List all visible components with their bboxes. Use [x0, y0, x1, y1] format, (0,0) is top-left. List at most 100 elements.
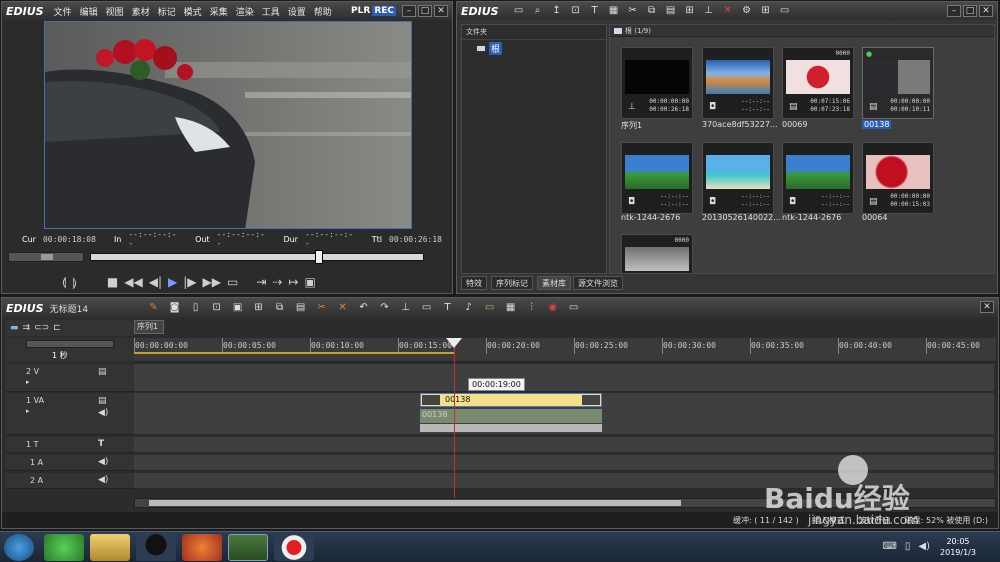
taskbar-app-update-icon[interactable]: [44, 534, 84, 561]
export-icon[interactable]: ↦: [288, 275, 298, 289]
tab-source-browser[interactable]: 源文件浏览: [573, 276, 623, 290]
scale-value[interactable]: 1 秒: [52, 350, 68, 361]
timeline-audio-clip[interactable]: 00138: [420, 409, 602, 423]
menu-marker[interactable]: 标记: [154, 5, 180, 18]
position-slider[interactable]: [90, 250, 424, 264]
menu-clip[interactable]: 素材: [128, 5, 154, 18]
menu-help[interactable]: 帮助: [310, 5, 336, 18]
start-button[interactable]: [4, 534, 34, 561]
mixer-icon[interactable]: ⫶: [524, 301, 540, 315]
delete-tl-icon[interactable]: ✕: [335, 301, 351, 315]
link-icon[interactable]: ⊂⊃: [34, 323, 49, 333]
track-header-2a[interactable]: 2 A ◀): [6, 473, 134, 489]
transition-icon[interactable]: ▭: [419, 301, 435, 315]
menu-render[interactable]: 渲染: [232, 5, 258, 18]
taskbar-firefox-icon[interactable]: [182, 534, 222, 561]
snap-icon[interactable]: ◉: [545, 301, 561, 315]
track-header-2v[interactable]: 2 V ▸ ▤: [6, 364, 134, 392]
mode-switch-icon[interactable]: ✎: [146, 301, 162, 315]
track-row-1t[interactable]: [134, 437, 994, 453]
search-icon[interactable]: ⌕: [530, 4, 546, 18]
stop-icon[interactable]: ■: [107, 275, 118, 289]
scrollbar-thumb[interactable]: [149, 500, 681, 506]
folder-icon[interactable]: ▭: [511, 4, 527, 18]
maximize-button[interactable]: □: [418, 5, 432, 17]
track-row-2v[interactable]: [134, 364, 994, 392]
menu-view[interactable]: 视图: [102, 5, 128, 18]
sequence-tab[interactable]: 序列1: [134, 320, 164, 334]
trim-icon[interactable]: ⊥: [701, 4, 717, 18]
track-expand-icon[interactable]: ▸: [26, 407, 30, 415]
clip-thumb-6[interactable]: ◘ --:--:-- --:--:--: [782, 142, 854, 214]
timeline-close-button[interactable]: ✕: [980, 301, 994, 313]
set-in-icon[interactable]: ⟬: [62, 275, 66, 290]
zoom-slider[interactable]: [26, 340, 114, 348]
audio-speaker-icon[interactable]: ◀): [98, 408, 108, 418]
loop-icon[interactable]: ▭: [227, 275, 238, 289]
video-track-icon[interactable]: ▤: [98, 367, 107, 377]
add-to-timeline-icon[interactable]: ⊞: [682, 4, 698, 18]
menu-edit[interactable]: 编辑: [76, 5, 102, 18]
tab-sequence-markers[interactable]: 序列标记: [491, 276, 533, 290]
add-cut-icon[interactable]: ⊥: [398, 301, 414, 315]
clip-thumb-1[interactable]: ◘ --:--:-- --:--:--: [702, 47, 774, 119]
plr-button[interactable]: PLR: [349, 6, 372, 16]
keyboard-icon[interactable]: ⌨: [882, 541, 896, 552]
menu-file[interactable]: 文件: [50, 5, 76, 18]
timeline-video-clip[interactable]: 00138: [420, 393, 602, 407]
new-project-icon[interactable]: ▯: [188, 301, 204, 315]
clip-thumb-8[interactable]: 0000: [621, 234, 693, 274]
title-tl-icon[interactable]: T: [440, 301, 456, 315]
audio-speaker-icon[interactable]: ◀): [98, 475, 108, 485]
rec-button[interactable]: REC: [372, 6, 396, 16]
insert-to-timeline-icon[interactable]: ⇥: [256, 275, 266, 289]
view-mode-icon[interactable]: ⊞: [758, 4, 774, 18]
clip-thumb-3[interactable]: ● ▤ 00:00:00:00 00:00:10:11: [862, 47, 934, 119]
play-icon[interactable]: ▶: [168, 275, 177, 289]
bin-close-button[interactable]: ✕: [979, 5, 993, 17]
paste-icon[interactable]: ▤: [663, 4, 679, 18]
cut-tl-icon[interactable]: ✂: [314, 301, 330, 315]
network-icon[interactable]: ▯: [905, 541, 911, 552]
clip-thumb-2[interactable]: 0000 ▤ 00:07:15:06 00:07:23:18: [782, 47, 854, 119]
position-slider-handle[interactable]: [315, 250, 323, 264]
time-ruler[interactable]: 00:00:00:00 00:00:05:00 00:00:10:00 00:0…: [134, 338, 996, 362]
taskbar-edius-icon[interactable]: [228, 534, 268, 561]
open-icon[interactable]: ⊡: [209, 301, 225, 315]
close-button[interactable]: ✕: [434, 5, 448, 17]
menu-tools[interactable]: 工具: [258, 5, 284, 18]
color-bar-icon[interactable]: ▦: [606, 4, 622, 18]
properties-icon[interactable]: ⚙: [739, 4, 755, 18]
track-expand-icon[interactable]: ▸: [26, 378, 30, 386]
multicam-icon[interactable]: ▦: [503, 301, 519, 315]
step-back-icon[interactable]: ◀|: [149, 275, 162, 289]
cut-icon[interactable]: ✂: [625, 4, 641, 18]
clip-thumb-5[interactable]: ◘ --:--:-- --:--:--: [702, 142, 774, 214]
bin-menu-icon[interactable]: ▭: [777, 4, 793, 18]
bin-minimize-button[interactable]: –: [947, 5, 961, 17]
bin-maximize-button[interactable]: □: [963, 5, 977, 17]
settings-tl-icon[interactable]: ▭: [566, 301, 582, 315]
folder-root[interactable]: 根: [462, 40, 606, 57]
minimize-button[interactable]: –: [402, 5, 416, 17]
ripple-icon[interactable]: ⇉: [23, 323, 31, 333]
shuttle-slider[interactable]: [8, 252, 84, 262]
safe-area-icon[interactable]: ▭: [482, 301, 498, 315]
set-out-icon[interactable]: ⟭: [72, 275, 76, 290]
playhead[interactable]: [454, 338, 455, 498]
clip-thumb-4[interactable]: ◘ --:--:-- --:--:--: [621, 142, 693, 214]
render-icon[interactable]: ⊞: [251, 301, 267, 315]
taskbar-qq-icon[interactable]: [136, 534, 176, 561]
track-header-1a[interactable]: 1 A ◀): [6, 455, 134, 471]
undo-icon[interactable]: ↶: [356, 301, 372, 315]
volume-icon[interactable]: ◀): [918, 541, 930, 552]
title-track-icon[interactable]: T: [98, 439, 104, 449]
save-icon[interactable]: ▣: [230, 301, 246, 315]
capture-icon[interactable]: ◙: [167, 301, 183, 315]
menu-settings[interactable]: 设置: [284, 5, 310, 18]
sync-icon[interactable]: ⊏: [53, 323, 61, 333]
menu-capture[interactable]: 采集: [206, 5, 232, 18]
menu-mode[interactable]: 模式: [180, 5, 206, 18]
overwrite-to-timeline-icon[interactable]: ⇢: [272, 275, 282, 289]
tab-bin[interactable]: 素材库: [537, 276, 571, 290]
